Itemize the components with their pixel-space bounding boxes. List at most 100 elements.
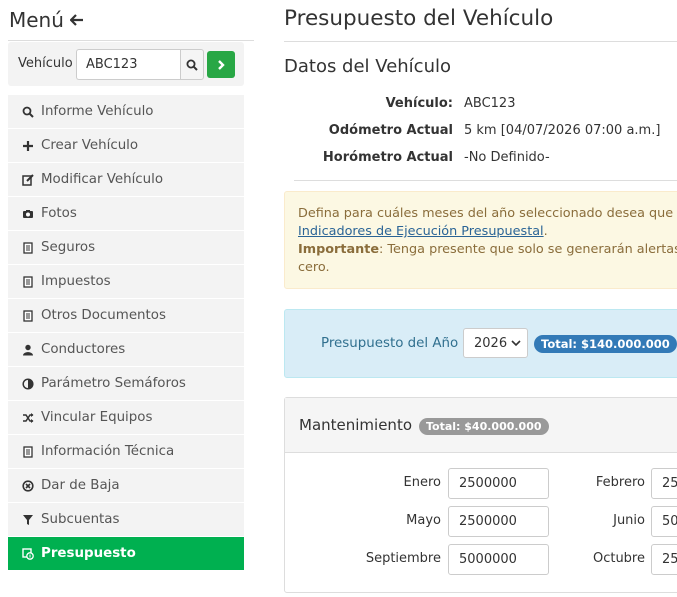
vehicle-input[interactable] [76, 49, 180, 80]
vehicle-search-bar: Vehículo [8, 42, 244, 86]
alert-text: : Tenga presente que solo se generarán a… [379, 242, 677, 257]
year-select[interactable]: 2026 [463, 328, 528, 358]
sidebar-item-conductores[interactable]: Conductores [8, 333, 244, 367]
main-content: Presupuesto del Vehículo Datos del Vehíc… [284, 0, 677, 597]
maintenance-panel: Mantenimiento Total: $40.000.000 Enero F… [284, 397, 677, 593]
month-label: Mayo [406, 513, 441, 528]
document-icon [23, 241, 33, 254]
sidebar-item-label: Dar de Baja [41, 478, 120, 493]
section-title: Datos del Vehículo [284, 56, 452, 77]
sidebar-item-informacion-tecnica[interactable]: Información Técnica [8, 435, 244, 469]
remove-circle-icon [22, 479, 34, 492]
plus-icon [23, 140, 33, 151]
month-input-enero[interactable] [448, 468, 549, 499]
shuffle-icon [23, 412, 34, 423]
total-badge: Total: $140.000.000 [534, 335, 677, 353]
sidebar-item-fotos[interactable]: Fotos [8, 197, 244, 231]
detail-row: Odómetro Actual 5 km [04/07/2026 07:00 a… [284, 121, 677, 148]
search-button[interactable] [180, 49, 204, 80]
warning-alert: Defina para cuáles meses del año selecci… [284, 191, 677, 289]
detail-label: Odómetro Actual [328, 123, 453, 138]
sidebar-item-subcuentas[interactable]: Subcuentas [8, 503, 244, 537]
month-input-septiembre[interactable] [448, 544, 549, 575]
sidebar-item-crear-vehiculo[interactable]: Crear Vehículo [8, 129, 244, 163]
camera-icon [23, 209, 33, 218]
sidebar-item-label: Parámetro Semáforos [41, 376, 186, 391]
document-icon [23, 309, 33, 322]
sidebar-item-label: Información Técnica [41, 444, 175, 459]
month-label: Junio [613, 513, 645, 528]
document-icon [23, 445, 33, 458]
month-label: Octubre [592, 551, 645, 566]
month-label: Enero [403, 475, 441, 490]
month-label: Febrero [595, 475, 645, 490]
arrow-left-icon[interactable] [69, 14, 84, 26]
menu-title: Menú [9, 8, 64, 32]
sidebar-item-label: Impuestos [41, 274, 111, 289]
detail-row: Horómetro Actual -No Definido- [284, 148, 677, 175]
sidebar-item-parametro-semaforos[interactable]: Parámetro Semáforos [8, 367, 244, 401]
sidebar-item-modificar-vehiculo[interactable]: Modificar Vehículo [8, 163, 244, 197]
document-icon [23, 275, 33, 288]
detail-row: Vehículo: ABC123 [284, 94, 677, 121]
month-row: Enero Febrero [285, 468, 677, 499]
month-input-octubre[interactable] [651, 544, 677, 575]
sidebar-item-vincular-equipos[interactable]: Vincular Equipos [8, 401, 244, 435]
contrast-icon [22, 377, 34, 390]
chevron-down-icon [511, 340, 521, 347]
alert-text: . [543, 224, 548, 239]
sidebar-item-informe-vehiculo[interactable]: Informe Vehículo [8, 95, 244, 129]
sidebar-item-dar-de-baja[interactable]: Dar de Baja [8, 469, 244, 503]
divider [8, 40, 254, 41]
budget-year-label: Presupuesto del Año [321, 336, 459, 351]
month-row: Mayo Junio [285, 506, 677, 537]
important-label: Importante [298, 242, 380, 257]
sidebar-item-label: Informe Vehículo [41, 104, 154, 119]
sidebar-item-label: Subcuentas [41, 512, 120, 527]
edit-icon [22, 173, 34, 186]
detail-value: 5 km [04/07/2026 07:00 a.m.] [464, 123, 661, 138]
vehicle-details: Vehículo: ABC123 Odómetro Actual 5 km [0… [284, 94, 677, 175]
sidebar-item-label: Seguros [41, 240, 96, 255]
chevron-right-icon [218, 59, 225, 70]
sidebar-item-impuestos[interactable]: Impuestos [8, 265, 244, 299]
page-title: Presupuesto del Vehículo [284, 6, 554, 31]
go-button[interactable] [207, 51, 235, 78]
sidebar-item-label: Conductores [41, 342, 126, 357]
year-value: 2026 [474, 335, 508, 351]
alert-text: cero. [298, 260, 330, 275]
sidebar-item-presupuesto[interactable]: Presupuesto [8, 537, 244, 571]
menu-header[interactable]: Menú [9, 8, 84, 32]
user-icon [23, 344, 33, 355]
search-icon [186, 59, 198, 71]
month-label: Septiembre [365, 551, 441, 566]
sidebar-item-label: Fotos [41, 206, 77, 221]
sidebar-item-label: Crear Vehículo [41, 138, 139, 153]
detail-label: Horómetro Actual [322, 150, 453, 165]
total-badge: Total: $40.000.000 [419, 418, 549, 435]
sidebar-nav: Informe Vehículo Crear Vehículo Modifica… [8, 95, 244, 571]
vehicle-label: Vehículo [18, 56, 73, 71]
panel-heading: Mantenimiento Total: $40.000.000 [285, 398, 677, 453]
detail-value: ABC123 [464, 96, 516, 111]
month-row: Septiembre Octubre [285, 544, 677, 575]
year-budget-bar: Presupuesto del Año 2026 Total: $140.000… [284, 309, 677, 378]
sidebar-item-label: Vincular Equipos [41, 410, 153, 425]
indicators-link[interactable]: Indicadores de Ejecución Presupuestal [298, 224, 544, 239]
sidebar-item-label: Presupuesto [41, 546, 136, 561]
sidebar: Menú Vehículo Informe Vehículo Crear Veh… [0, 0, 254, 597]
divider [284, 41, 677, 42]
month-input-mayo[interactable] [448, 506, 549, 537]
search-icon [22, 106, 34, 118]
detail-value: -No Definido- [464, 150, 550, 165]
sidebar-item-seguros[interactable]: Seguros [8, 231, 244, 265]
panel-title: Mantenimiento [299, 416, 412, 434]
budget-icon [22, 547, 34, 560]
sidebar-item-otros-documentos[interactable]: Otros Documentos [8, 299, 244, 333]
month-input-junio[interactable] [651, 506, 677, 537]
month-input-febrero[interactable] [651, 468, 677, 499]
divider [294, 180, 677, 181]
sidebar-item-label: Modificar Vehículo [41, 172, 164, 187]
alert-text: Defina para cuáles meses del año selecci… [298, 206, 677, 221]
sidebar-item-label: Otros Documentos [41, 308, 166, 323]
